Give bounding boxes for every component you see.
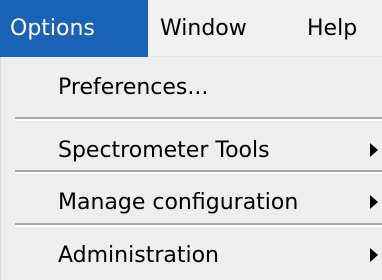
menu-item-label: Administration bbox=[58, 242, 219, 268]
submenu-arrow-icon bbox=[370, 143, 378, 157]
menu-help[interactable]: Help bbox=[291, 0, 382, 57]
menu-options[interactable]: Options bbox=[0, 0, 148, 57]
menu-item-label: Spectrometer Tools bbox=[58, 137, 270, 163]
submenu-arrow-icon bbox=[370, 195, 378, 209]
menu-item-label: Preferences... bbox=[58, 74, 209, 100]
menu-item-administration[interactable]: Administration bbox=[1, 228, 382, 280]
menu-separator bbox=[15, 223, 382, 227]
menu-item-manage-configuration[interactable]: Manage configuration bbox=[1, 175, 382, 229]
submenu-arrow-icon bbox=[370, 248, 378, 262]
menu-separator bbox=[15, 117, 382, 121]
menu-window[interactable]: Window bbox=[148, 0, 291, 57]
menu-separator bbox=[15, 170, 382, 174]
app-window: Options Window Help Preferences... Spect… bbox=[0, 0, 382, 280]
menu-item-label: Manage configuration bbox=[58, 189, 299, 215]
menu-bar: Options Window Help bbox=[0, 0, 382, 57]
menu-item-spectrometer-tools[interactable]: Spectrometer Tools bbox=[1, 123, 382, 177]
options-dropdown-menu: Preferences... Spectrometer Tools Manage… bbox=[0, 57, 382, 280]
menu-item-preferences[interactable]: Preferences... bbox=[1, 60, 382, 114]
